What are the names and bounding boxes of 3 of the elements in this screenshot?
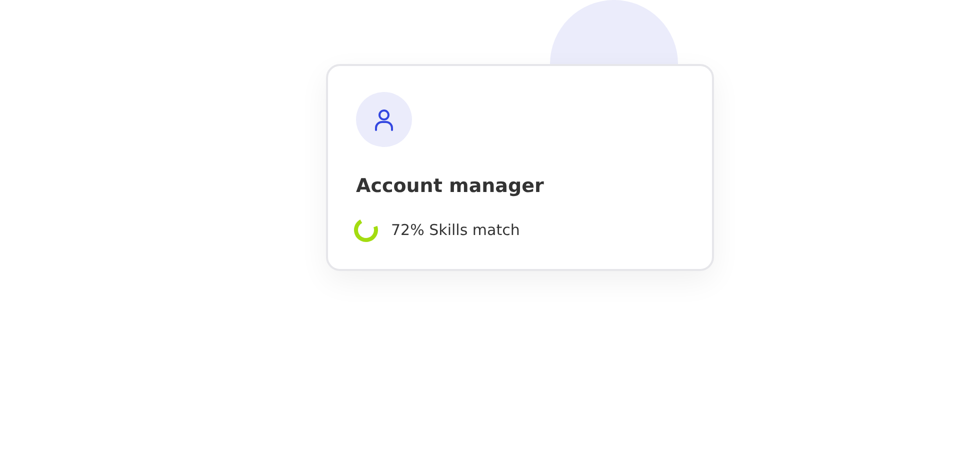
skills-match-text: 72% Skills match [391,221,520,239]
progress-ring [353,217,379,243]
job-title: Account manager [356,175,545,197]
